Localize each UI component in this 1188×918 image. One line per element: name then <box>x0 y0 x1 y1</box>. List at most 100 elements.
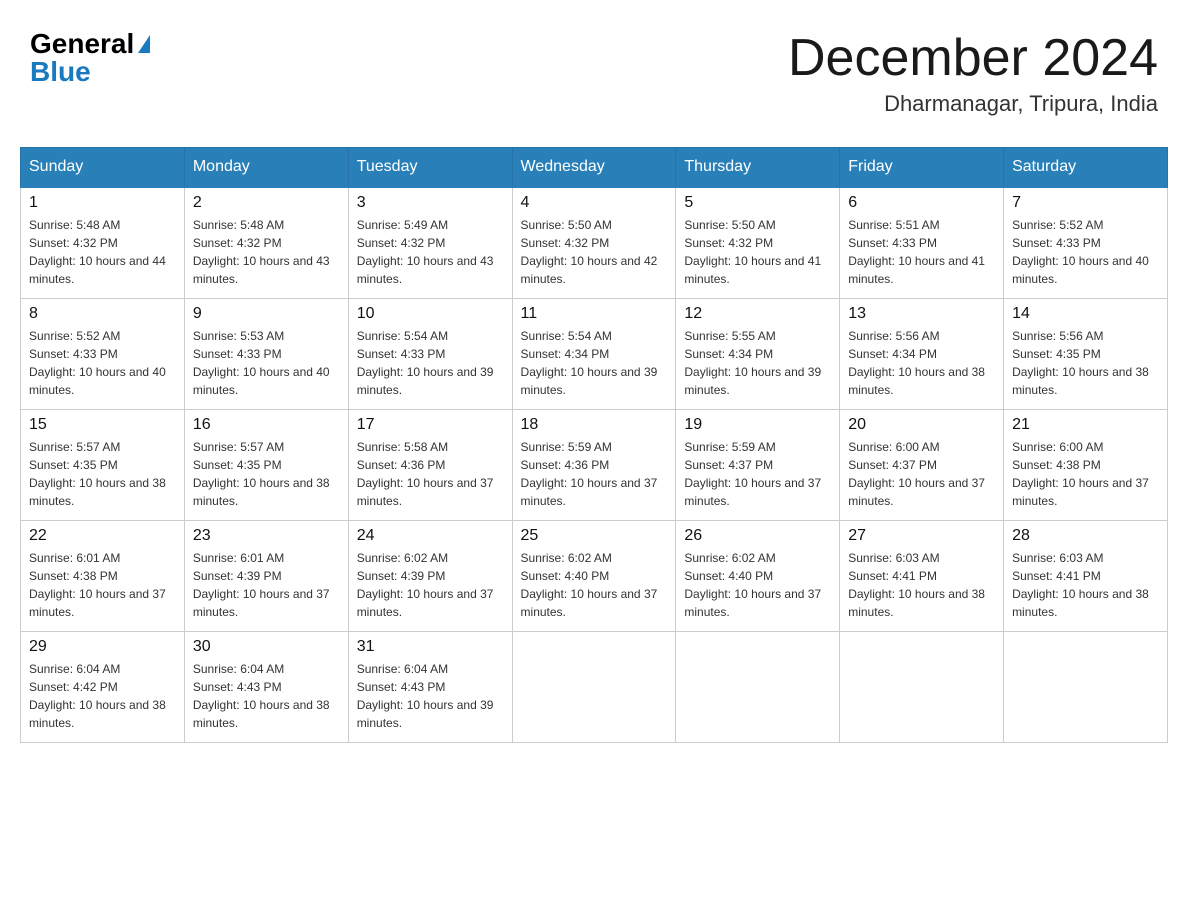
week-row-4: 22Sunrise: 6:01 AM Sunset: 4:38 PM Dayli… <box>21 521 1168 632</box>
day-number: 29 <box>29 638 176 656</box>
day-number: 24 <box>357 527 504 545</box>
day-info: Sunrise: 5:57 AM Sunset: 4:35 PM Dayligh… <box>29 438 176 510</box>
day-number: 9 <box>193 305 340 323</box>
calendar-cell: 26Sunrise: 6:02 AM Sunset: 4:40 PM Dayli… <box>676 521 840 632</box>
calendar-cell: 14 Sunrise: 5:56 AM Sunset: 4:35 PM Dayli… <box>1004 299 1168 410</box>
day-info: Sunrise: 6:00 AM Sunset: 4:38 PM Dayligh… <box>1012 438 1159 510</box>
calendar-cell: 3Sunrise: 5:49 AM Sunset: 4:32 PM Daylig… <box>348 187 512 299</box>
day-number: 3 <box>357 194 504 212</box>
calendar-cell: 1 Sunrise: 5:48 AM Sunset: 4:32 PM Daylig… <box>21 187 185 299</box>
calendar-cell: 13 Sunrise: 5:56 AM Sunset: 4:34 PM Dayli… <box>840 299 1004 410</box>
day-info: Sunrise: 5:52 AM Sunset: 4:33 PM Dayligh… <box>29 327 176 399</box>
day-info: Sunrise: 5:48 AM Sunset: 4:32 PM Dayligh… <box>29 216 176 288</box>
day-info: Sunrise: 5:50 AM Sunset: 4:32 PM Dayligh… <box>684 216 831 288</box>
day-number: 28 <box>1012 527 1159 545</box>
day-info: Sunrise: 6:00 AM Sunset: 4:37 PM Dayligh… <box>848 438 995 510</box>
day-info: Sunrise: 5:59 AM Sunset: 4:36 PM Dayligh… <box>521 438 668 510</box>
day-number: 31 <box>357 638 504 656</box>
day-number: 13 <box>848 305 995 323</box>
calendar-cell <box>512 632 676 743</box>
day-number: 15 <box>29 416 176 434</box>
day-number: 6 <box>848 194 995 212</box>
calendar-cell: 24 Sunrise: 6:02 AM Sunset: 4:39 PM Dayli… <box>348 521 512 632</box>
calendar-cell: 11Sunrise: 5:54 AM Sunset: 4:34 PM Dayli… <box>512 299 676 410</box>
day-number: 8 <box>29 305 176 323</box>
day-number: 14 <box>1012 305 1159 323</box>
day-number: 4 <box>521 194 668 212</box>
day-info: Sunrise: 5:58 AM Sunset: 4:36 PM Dayligh… <box>357 438 504 510</box>
calendar-cell: 30Sunrise: 6:04 AM Sunset: 4:43 PM Dayli… <box>184 632 348 743</box>
day-info: Sunrise: 5:51 AM Sunset: 4:33 PM Dayligh… <box>848 216 995 288</box>
day-info: Sunrise: 5:50 AM Sunset: 4:32 PM Dayligh… <box>521 216 668 288</box>
calendar-cell: 2 Sunrise: 5:48 AM Sunset: 4:32 PM Daylig… <box>184 187 348 299</box>
title-block: December 2024 Dharmanagar, Tripura, Indi… <box>788 30 1158 117</box>
column-header-thursday: Thursday <box>676 148 840 188</box>
calendar-cell: 9 Sunrise: 5:53 AM Sunset: 4:33 PM Daylig… <box>184 299 348 410</box>
day-number: 10 <box>357 305 504 323</box>
page-header: General Blue December 2024 Dharmanagar, … <box>20 20 1168 127</box>
day-number: 5 <box>684 194 831 212</box>
calendar-cell: 8 Sunrise: 5:52 AM Sunset: 4:33 PM Daylig… <box>21 299 185 410</box>
calendar-cell: 27 Sunrise: 6:03 AM Sunset: 4:41 PM Dayli… <box>840 521 1004 632</box>
day-number: 25 <box>521 527 668 545</box>
day-number: 2 <box>193 194 340 212</box>
day-info: Sunrise: 5:48 AM Sunset: 4:32 PM Dayligh… <box>193 216 340 288</box>
day-number: 22 <box>29 527 176 545</box>
column-header-saturday: Saturday <box>1004 148 1168 188</box>
day-number: 17 <box>357 416 504 434</box>
calendar-cell: 28Sunrise: 6:03 AM Sunset: 4:41 PM Dayli… <box>1004 521 1168 632</box>
day-number: 21 <box>1012 416 1159 434</box>
calendar-cell: 7 Sunrise: 5:52 AM Sunset: 4:33 PM Daylig… <box>1004 187 1168 299</box>
calendar-header-row: SundayMondayTuesdayWednesdayThursdayFrid… <box>21 148 1168 188</box>
calendar-cell: 23 Sunrise: 6:01 AM Sunset: 4:39 PM Dayli… <box>184 521 348 632</box>
calendar-table: SundayMondayTuesdayWednesdayThursdayFrid… <box>20 147 1168 743</box>
day-info: Sunrise: 5:53 AM Sunset: 4:33 PM Dayligh… <box>193 327 340 399</box>
calendar-cell <box>840 632 1004 743</box>
day-number: 20 <box>848 416 995 434</box>
day-number: 26 <box>684 527 831 545</box>
day-number: 18 <box>521 416 668 434</box>
day-number: 12 <box>684 305 831 323</box>
calendar-cell: 31 Sunrise: 6:04 AM Sunset: 4:43 PM Dayli… <box>348 632 512 743</box>
day-info: Sunrise: 5:54 AM Sunset: 4:33 PM Dayligh… <box>357 327 504 399</box>
column-header-sunday: Sunday <box>21 148 185 188</box>
day-info: Sunrise: 5:54 AM Sunset: 4:34 PM Dayligh… <box>521 327 668 399</box>
day-info: Sunrise: 6:04 AM Sunset: 4:42 PM Dayligh… <box>29 660 176 732</box>
column-header-friday: Friday <box>840 148 1004 188</box>
day-info: Sunrise: 6:03 AM Sunset: 4:41 PM Dayligh… <box>848 549 995 621</box>
day-info: Sunrise: 5:59 AM Sunset: 4:37 PM Dayligh… <box>684 438 831 510</box>
calendar-cell: 21 Sunrise: 6:00 AM Sunset: 4:38 PM Dayli… <box>1004 410 1168 521</box>
day-info: Sunrise: 6:04 AM Sunset: 4:43 PM Dayligh… <box>357 660 504 732</box>
calendar-cell: 18 Sunrise: 5:59 AM Sunset: 4:36 PM Dayli… <box>512 410 676 521</box>
calendar-cell: 22Sunrise: 6:01 AM Sunset: 4:38 PM Dayli… <box>21 521 185 632</box>
calendar-cell: 29 Sunrise: 6:04 AM Sunset: 4:42 PM Dayli… <box>21 632 185 743</box>
day-number: 1 <box>29 194 176 212</box>
week-row-1: 1 Sunrise: 5:48 AM Sunset: 4:32 PM Daylig… <box>21 187 1168 299</box>
day-info: Sunrise: 6:04 AM Sunset: 4:43 PM Dayligh… <box>193 660 340 732</box>
day-number: 23 <box>193 527 340 545</box>
calendar-cell <box>1004 632 1168 743</box>
day-number: 19 <box>684 416 831 434</box>
day-number: 27 <box>848 527 995 545</box>
logo-triangle-icon <box>138 35 150 53</box>
day-info: Sunrise: 5:55 AM Sunset: 4:34 PM Dayligh… <box>684 327 831 399</box>
calendar-cell: 25Sunrise: 6:02 AM Sunset: 4:40 PM Dayli… <box>512 521 676 632</box>
day-info: Sunrise: 5:56 AM Sunset: 4:35 PM Dayligh… <box>1012 327 1159 399</box>
calendar-cell: 12 Sunrise: 5:55 AM Sunset: 4:34 PM Dayli… <box>676 299 840 410</box>
calendar-cell: 6 Sunrise: 5:51 AM Sunset: 4:33 PM Daylig… <box>840 187 1004 299</box>
day-number: 7 <box>1012 194 1159 212</box>
calendar-cell: 20 Sunrise: 6:00 AM Sunset: 4:37 PM Dayli… <box>840 410 1004 521</box>
logo-blue: Blue <box>30 58 91 86</box>
calendar-cell <box>676 632 840 743</box>
day-info: Sunrise: 5:57 AM Sunset: 4:35 PM Dayligh… <box>193 438 340 510</box>
column-header-tuesday: Tuesday <box>348 148 512 188</box>
day-info: Sunrise: 5:52 AM Sunset: 4:33 PM Dayligh… <box>1012 216 1159 288</box>
calendar-subtitle: Dharmanagar, Tripura, India <box>788 91 1158 117</box>
day-info: Sunrise: 5:56 AM Sunset: 4:34 PM Dayligh… <box>848 327 995 399</box>
week-row-5: 29 Sunrise: 6:04 AM Sunset: 4:42 PM Dayli… <box>21 632 1168 743</box>
day-info: Sunrise: 6:01 AM Sunset: 4:39 PM Dayligh… <box>193 549 340 621</box>
day-number: 16 <box>193 416 340 434</box>
calendar-cell: 16 Sunrise: 5:57 AM Sunset: 4:35 PM Dayli… <box>184 410 348 521</box>
day-info: Sunrise: 6:02 AM Sunset: 4:39 PM Dayligh… <box>357 549 504 621</box>
column-header-wednesday: Wednesday <box>512 148 676 188</box>
